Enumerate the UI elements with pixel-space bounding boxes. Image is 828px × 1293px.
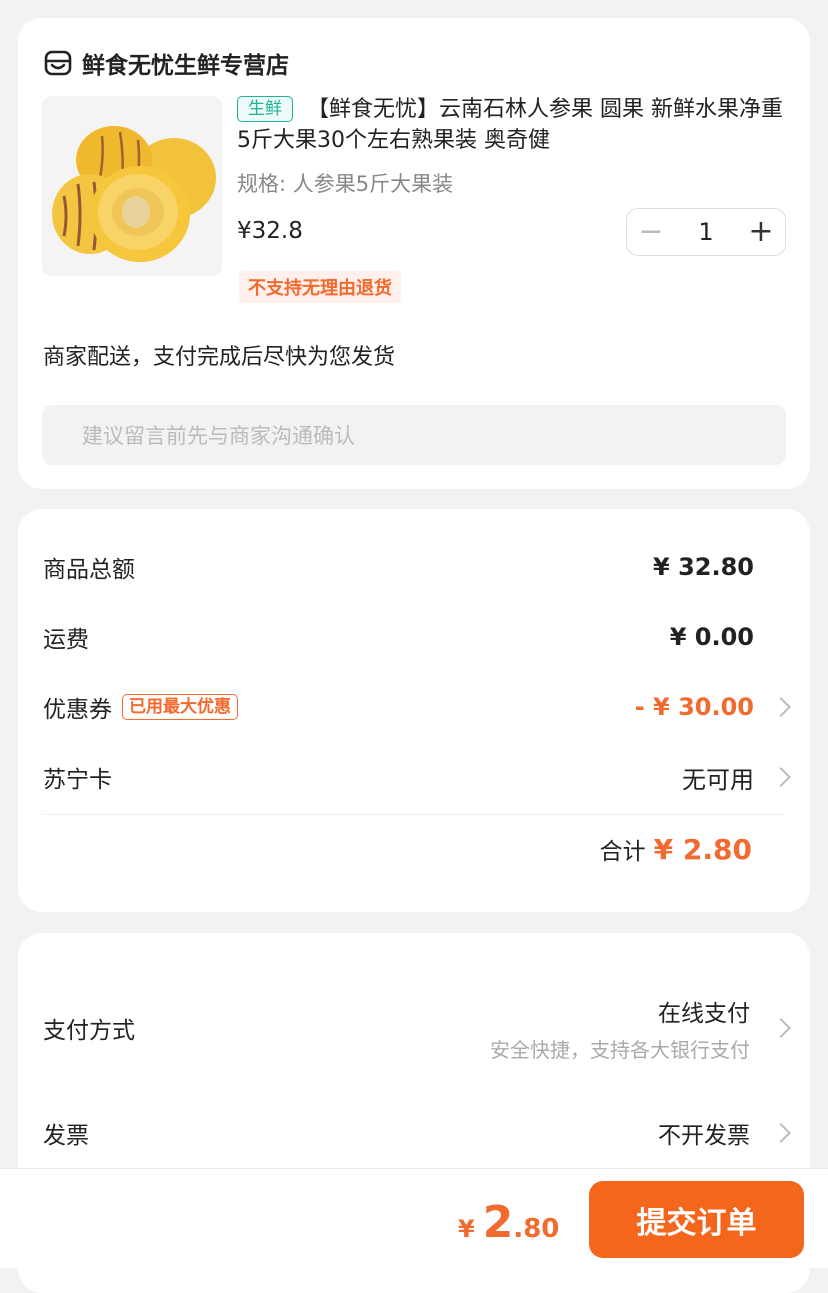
checkout-bar: ¥ 2 .80 提交订单	[0, 1168, 828, 1268]
total-row: 合计 ¥ 2.80	[600, 832, 752, 866]
order-summary-card: 商品总额 ¥ 32.80 运费 ¥ 0.00 优惠券 已用最大优惠 - ¥ 30…	[18, 509, 810, 912]
total-value: ¥ 2.80	[653, 833, 752, 866]
invoice-value: 不开发票	[658, 1123, 750, 1149]
decrease-button[interactable]: −	[627, 209, 675, 255]
order-note-input[interactable]: 建议留言前先与商家沟通确认	[42, 405, 786, 465]
shipping-row: 运费 ¥ 0.00	[43, 617, 786, 657]
coupon-label: 优惠券	[43, 697, 112, 723]
quantity-stepper: − 1 +	[626, 208, 786, 256]
submit-order-button[interactable]: 提交订单	[589, 1181, 804, 1258]
chevron-right-icon	[771, 767, 791, 787]
chevron-right-icon	[771, 1123, 791, 1143]
pepino-melon-image	[42, 96, 222, 276]
product-title-text: 【鲜食无忧】云南石林人参果 圆果 新鲜水果净重 5斤大果30个左右熟果装 奥奇健	[237, 97, 783, 153]
shipping-label: 运费	[43, 627, 89, 653]
coupon-value-wrap: - ¥ 30.00	[634, 693, 791, 721]
product-image[interactable]	[42, 96, 222, 276]
fresh-tag: 生鲜	[237, 96, 293, 122]
shop-card: 鲜食无忧生鲜专营店 生鲜 【鲜食无忧】云南石林人参果 圆果 新鲜水果净重 5斤大果…	[18, 18, 810, 489]
subtotal-value-wrap: ¥ 32.80	[653, 553, 786, 581]
divider	[42, 814, 786, 815]
increase-button[interactable]: +	[737, 209, 785, 255]
product-spec[interactable]: 规格: 人参果5斤大果装	[237, 168, 453, 198]
checkout-total: ¥ 2 .80	[458, 1197, 559, 1248]
invoice-label: 发票	[43, 1123, 89, 1149]
total-integer: 2	[482, 1197, 514, 1248]
return-policy-badge: 不支持无理由退货	[239, 271, 401, 303]
payment-method-info: 在线支付 安全快捷，支持各大银行支付	[490, 994, 750, 1063]
shipping-value-wrap: ¥ 0.00	[670, 623, 786, 651]
delivery-info: 商家配送，支付完成后尽快为您发货	[43, 345, 396, 370]
suning-card-label: 苏宁卡	[43, 767, 112, 793]
shop-header[interactable]: 鲜食无忧生鲜专营店	[44, 46, 289, 80]
chevron-right-icon	[771, 1018, 791, 1038]
payment-method-value: 在线支付	[658, 1000, 750, 1027]
store-icon	[44, 50, 72, 76]
shop-name: 鲜食无忧生鲜专营店	[82, 53, 289, 79]
invoice-value-wrap: 不开发票	[658, 1116, 750, 1150]
suning-card-value: 无可用	[682, 765, 754, 794]
chevron-right-icon	[771, 697, 791, 717]
subtotal-label: 商品总额	[43, 557, 135, 583]
payment-method-row[interactable]: 支付方式 在线支付 安全快捷，支持各大银行支付	[43, 993, 791, 1063]
suning-card-row[interactable]: 苏宁卡 无可用	[43, 757, 791, 797]
product-title[interactable]: 生鲜 【鲜食无忧】云南石林人参果 圆果 新鲜水果净重 5斤大果30个左右熟果装 奥…	[237, 94, 787, 156]
shipping-value: ¥ 0.00	[669, 623, 754, 651]
currency-symbol: ¥	[458, 1215, 475, 1243]
subtotal-value: ¥ 32.80	[653, 553, 754, 581]
total-decimal: .80	[513, 1214, 560, 1244]
coupon-row[interactable]: 优惠券 已用最大优惠 - ¥ 30.00	[43, 687, 791, 727]
coupon-value: - ¥ 30.00	[634, 693, 754, 721]
suning-card-value-wrap: 无可用	[682, 760, 791, 795]
invoice-row[interactable]: 发票 不开发票	[43, 1113, 791, 1153]
coupon-label-wrap: 优惠券 已用最大优惠	[43, 690, 238, 724]
quantity-value[interactable]: 1	[675, 218, 737, 246]
payment-method-sub: 安全快捷，支持各大银行支付	[490, 1037, 750, 1062]
total-label: 合计	[599, 839, 646, 865]
coupon-badge: 已用最大优惠	[122, 694, 238, 720]
product-price: ¥32.8	[237, 218, 303, 244]
payment-method-label: 支付方式	[43, 1018, 135, 1044]
subtotal-row: 商品总额 ¥ 32.80	[43, 547, 786, 587]
